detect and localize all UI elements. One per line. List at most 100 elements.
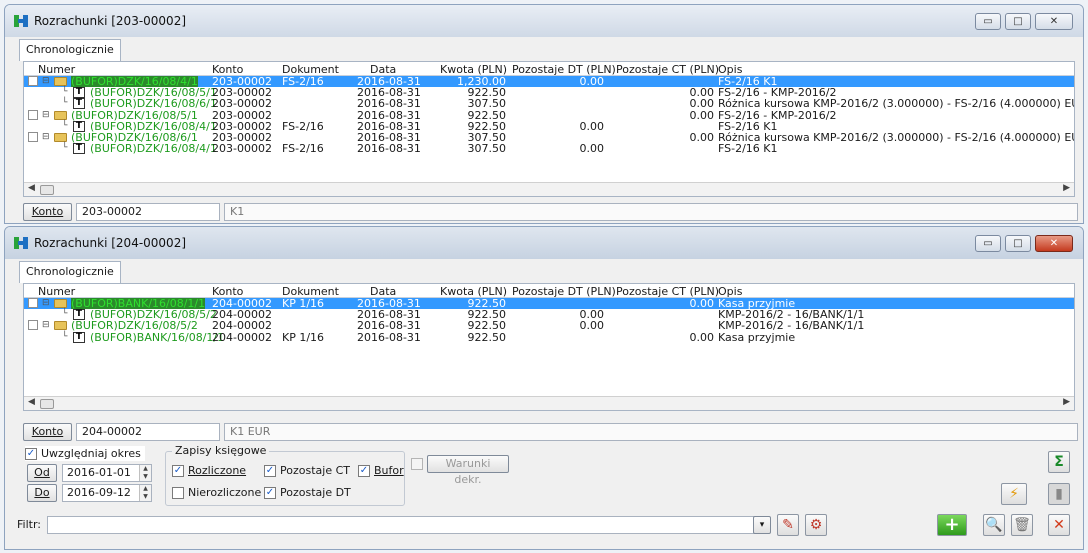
- tree-toggle-icon[interactable]: ⊟: [42, 132, 50, 143]
- table-row[interactable]: └ T (BUFOR)DZK/16/08/6/1 203-00002 2016-08-3…: [24, 97, 1074, 111]
- bufor-checkbox[interactable]: ✓: [358, 464, 370, 477]
- document-t-icon: T: [73, 143, 85, 155]
- minimize-icon: ▭: [983, 16, 993, 27]
- table-row[interactable]: └ T (BUFOR)BANK/16/08/1/1 204-00002 KP 1/16 2…: [24, 330, 1074, 344]
- horizontal-scrollbar[interactable]: ◀ ▶: [24, 182, 1074, 196]
- col-numer[interactable]: Numer: [38, 63, 75, 76]
- cell-numer: (BUFOR)BANK/16/08/1/1: [90, 330, 225, 344]
- disk-icon[interactable]: ▮: [1048, 483, 1070, 505]
- pozostaje-dt-label: Pozostaje DT: [280, 486, 351, 499]
- col-pozostaje-dt[interactable]: Pozostaje DT (PLN): [512, 285, 616, 298]
- cell-opis: FS-2/16 - KMP-2016/2: [718, 108, 837, 122]
- row-checkbox[interactable]: [28, 76, 38, 86]
- folder-icon: [54, 321, 67, 331]
- uwzgledniaj-okres-checkbox[interactable]: ✓: [25, 447, 37, 460]
- close-window-icon[interactable]: ✕: [1048, 514, 1070, 536]
- pozostaje-ct-checkbox[interactable]: ✓: [264, 464, 276, 477]
- row-checkbox[interactable]: [28, 298, 38, 308]
- cell-dt: 0.00: [579, 142, 605, 156]
- cell-numer: (BUFOR)DZK/16/08/6/1: [90, 97, 217, 111]
- tree-line-icon: └: [62, 331, 68, 342]
- grid-rozrachunki[interactable]: Numer Konto Dokument Data Kwota (PLN) Po…: [23, 61, 1075, 197]
- tab-chronologicznie[interactable]: Chronologicznie: [19, 261, 121, 283]
- maximize-button[interactable]: □: [1005, 235, 1031, 252]
- cell-dok: FS-2/16: [282, 142, 324, 156]
- nierozliczone-option[interactable]: Nierozliczone: [172, 486, 261, 499]
- nierozliczone-checkbox[interactable]: [172, 486, 184, 499]
- cell-ct: 0.00: [689, 108, 715, 122]
- tab-chronologicznie[interactable]: Chronologicznie: [19, 39, 121, 61]
- trash-icon[interactable]: 🗑: [1011, 514, 1033, 536]
- od-date-field[interactable]: 2016-01-01 ▲ ▼: [62, 464, 152, 482]
- table-row[interactable]: └ T (BUFOR)DZK/16/08/4/1 203-00002 FS-2/16 20…: [24, 142, 1074, 156]
- tree-line-icon: └: [62, 87, 68, 98]
- tree-toggle-icon[interactable]: ⊟: [42, 298, 50, 309]
- filtr-dropdown-icon[interactable]: ▾: [753, 516, 771, 534]
- cell-dt: 0.00: [579, 119, 605, 133]
- minimize-button[interactable]: ▭: [975, 13, 1001, 30]
- window-title: Rozrachunki [204-00002]: [34, 236, 187, 250]
- rozliczone-checkbox[interactable]: ✓: [172, 464, 184, 477]
- warunki-dekr-button[interactable]: Warunki dekr.: [427, 455, 509, 486]
- filtr-input[interactable]: [47, 516, 759, 534]
- add-icon[interactable]: +: [937, 514, 967, 536]
- konto-value-field[interactable]: 204-00002: [76, 423, 220, 441]
- filter-settings-icon[interactable]: ⚙: [805, 514, 827, 536]
- sigma-icon[interactable]: Σ: [1048, 451, 1070, 473]
- scroll-right-icon[interactable]: ▶: [1063, 183, 1070, 193]
- table-row[interactable]: ⊟ (BUFOR)DZK/16/08/5/2 204-00002 2016-08-31…: [24, 320, 1074, 331]
- col-pozostaje-ct[interactable]: Pozostaje CT (PLN): [616, 63, 719, 76]
- konto-button[interactable]: Konto: [23, 203, 72, 221]
- scroll-thumb[interactable]: [40, 399, 54, 409]
- uwzgledniaj-okres-option[interactable]: ✓ Uwzględniaj okres: [25, 446, 145, 461]
- titlebar[interactable]: Rozrachunki [204-00002] ▭ □ ✕: [5, 227, 1083, 259]
- scroll-thumb[interactable]: [40, 185, 54, 195]
- konto-value-field[interactable]: 203-00002: [76, 203, 220, 221]
- cell-kwota: 922.50: [467, 319, 507, 333]
- warunki-dekr-option[interactable]: Warunki dekr.: [411, 455, 509, 486]
- tree-toggle-icon[interactable]: ⊟: [42, 320, 50, 331]
- grid-rozrachunki[interactable]: Numer Konto Dokument Data Kwota (PLN) Po…: [23, 283, 1075, 411]
- rozliczone-option[interactable]: ✓ Rozliczone: [172, 464, 246, 477]
- grid-rows: ⊟ (BUFOR)BANK/16/08/1/1 204-00002 KP 1/16 20…: [24, 298, 1074, 343]
- lightning-icon[interactable]: ⚡: [1001, 483, 1027, 505]
- search-icon[interactable]: 🔍: [983, 514, 1005, 536]
- row-checkbox[interactable]: [28, 131, 38, 142]
- cell-dt: 0.00: [579, 319, 605, 333]
- cell-ct: 0.00: [689, 330, 715, 344]
- close-button[interactable]: ✕: [1035, 13, 1073, 30]
- scroll-right-icon[interactable]: ▶: [1063, 397, 1070, 407]
- od-button[interactable]: Od: [27, 464, 57, 482]
- horizontal-scrollbar[interactable]: ◀ ▶: [24, 396, 1074, 410]
- clear-filter-icon[interactable]: ✎: [777, 514, 799, 536]
- konto-button[interactable]: Konto: [23, 423, 72, 441]
- scroll-left-icon[interactable]: ◀: [28, 397, 35, 407]
- spin-arrows-icon[interactable]: ▲ ▼: [139, 485, 151, 501]
- tree-line-icon: └: [62, 120, 68, 131]
- titlebar[interactable]: Rozrachunki [203-00002] ▭ □ ✕: [5, 5, 1083, 37]
- bufor-option[interactable]: ✓ Bufor: [358, 464, 404, 477]
- document-t-icon: T: [73, 87, 85, 99]
- window-rozrachunki-204: Rozrachunki [204-00002] ▭ □ ✕ Chronologi…: [4, 226, 1084, 550]
- row-checkbox[interactable]: [28, 109, 38, 120]
- col-numer[interactable]: Numer: [38, 285, 75, 298]
- close-button[interactable]: ✕: [1035, 235, 1073, 252]
- spin-arrows-icon[interactable]: ▲ ▼: [139, 465, 151, 481]
- cell-konto: 204-00002: [212, 330, 272, 344]
- scroll-left-icon[interactable]: ◀: [28, 183, 35, 193]
- warunki-dekr-checkbox[interactable]: [411, 458, 423, 470]
- pozostaje-ct-option[interactable]: ✓ Pozostaje CT: [264, 464, 350, 477]
- row-checkbox[interactable]: [28, 320, 38, 331]
- do-date-field[interactable]: 2016-09-12 ▲ ▼: [62, 484, 152, 502]
- maximize-button[interactable]: □: [1005, 13, 1031, 30]
- do-button[interactable]: Do: [27, 484, 57, 502]
- tree-toggle-icon[interactable]: ⊟: [42, 110, 50, 121]
- minimize-button[interactable]: ▭: [975, 235, 1001, 252]
- pozostaje-dt-checkbox[interactable]: ✓: [264, 486, 276, 499]
- cell-ct: 0.00: [689, 97, 715, 111]
- pozostaje-dt-option[interactable]: ✓ Pozostaje DT: [264, 486, 351, 499]
- tree-toggle-icon[interactable]: ⊟: [42, 76, 50, 87]
- minimize-icon: ▭: [983, 238, 993, 249]
- window-title: Rozrachunki [203-00002]: [34, 14, 187, 28]
- cell-dok: KP 1/16: [282, 297, 325, 310]
